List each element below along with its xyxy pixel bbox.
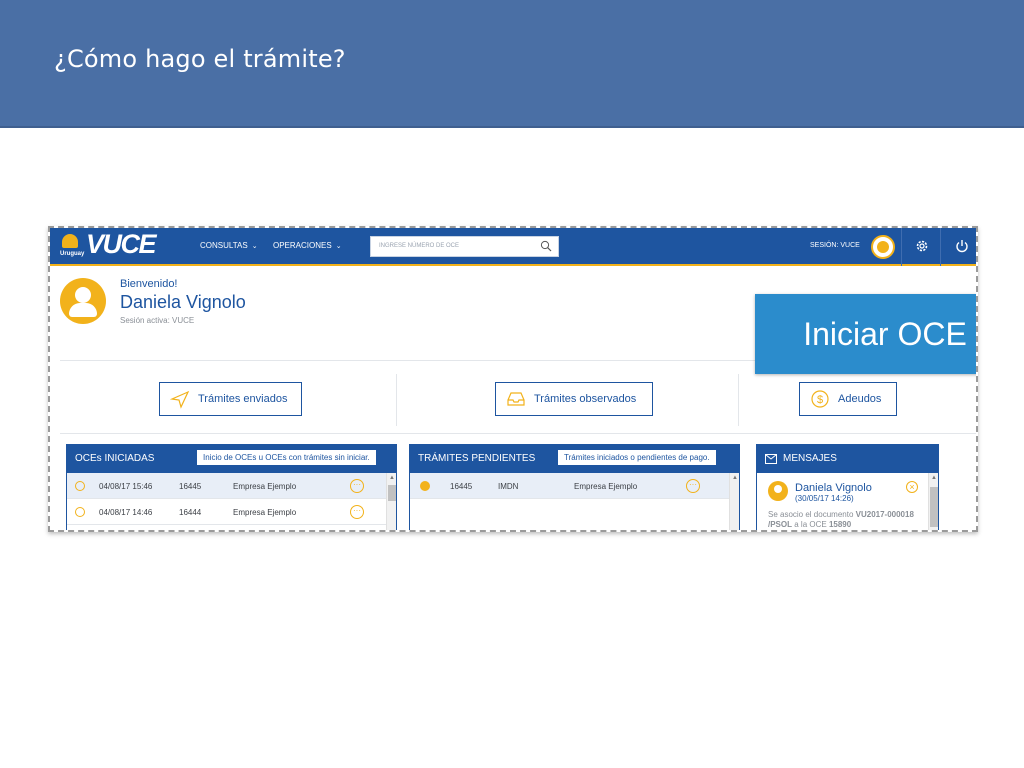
panel-header: OCEs INICIADAS Inicio de OCEs u OCEs con…: [67, 445, 396, 473]
sun-logo-icon: [62, 234, 78, 248]
iniciar-oce-button[interactable]: Iniciar OCE: [755, 294, 976, 374]
welcome-avatar: [60, 278, 106, 324]
tramites-pendientes-panel: TRÁMITES PENDIENTES Trámites iniciados o…: [409, 444, 740, 530]
panel-title: MENSAJES: [783, 453, 837, 464]
row-date: 04/08/17 15:46: [99, 482, 153, 491]
status-icon: [75, 507, 85, 517]
tramites-enviados-label: Trámites enviados: [198, 393, 288, 405]
user-avatar[interactable]: [871, 235, 895, 259]
tramites-observados-button[interactable]: Trámites observados: [495, 382, 653, 416]
row-id: 16445: [179, 482, 202, 491]
tramites-observados-label: Trámites observados: [534, 393, 637, 405]
row-type: IMDN: [498, 482, 519, 491]
svg-text:$: $: [817, 394, 823, 406]
app-topbar: Uruguay VUCE CONSULTAS ⌄ OPERACIONES ⌄ ING…: [50, 228, 976, 266]
gear-icon[interactable]: [914, 238, 930, 254]
scrollbar[interactable]: ▲: [928, 473, 938, 530]
table-row[interactable]: 16445 IMDN Empresa Ejemplo ···: [410, 473, 739, 499]
divider: [738, 374, 739, 426]
divider: [60, 433, 976, 434]
tramites-enviados-button[interactable]: Trámites enviados: [159, 382, 302, 416]
oces-iniciadas-panel: OCEs INICIADAS Inicio de OCEs u OCEs con…: [66, 444, 397, 530]
mensajes-panel: MENSAJES Daniela Vignolo (30/05/17 14:26…: [756, 444, 939, 530]
adeudos-button[interactable]: $ Adeudos: [799, 382, 897, 416]
nav-consultas[interactable]: CONSULTAS ⌄: [200, 241, 258, 250]
row-date: 04/08/17 14:46: [99, 508, 153, 517]
row-company: Empresa Ejemplo: [233, 508, 297, 517]
dollar-icon: $: [811, 390, 829, 408]
search-icon[interactable]: [540, 240, 552, 252]
search-placeholder: INGRESE NÚMERO DE OCE: [379, 243, 460, 249]
slide-header: ¿Cómo hago el trámite?: [0, 0, 1024, 128]
topbar-divider: [940, 228, 941, 266]
message-date: (30/05/17 14:26): [795, 494, 854, 503]
logo-text: VUCE: [86, 229, 157, 259]
message-body: Se asocio el documento VU2017-000018 /PS…: [768, 510, 914, 529]
nav-operaciones-label: OPERACIONES: [273, 241, 332, 250]
row-id: 16445: [450, 482, 473, 491]
panel-tooltip: Inicio de OCEs u OCEs con trámites sin i…: [197, 450, 376, 465]
inbox-icon: [507, 392, 525, 406]
panel-title: OCEs INICIADAS: [75, 453, 155, 464]
scroll-thumb[interactable]: [388, 485, 396, 501]
scroll-thumb[interactable]: [930, 487, 938, 527]
vuce-logo[interactable]: Uruguay VUCE: [58, 229, 158, 262]
session-active-text: Sesión activa: VUCE: [120, 316, 195, 325]
message-avatar: [768, 481, 788, 501]
row-id: 16444: [179, 508, 202, 517]
topbar-divider: [901, 228, 902, 266]
chevron-down-icon: ⌄: [251, 243, 258, 250]
divider: [396, 374, 397, 426]
adeudos-label: Adeudos: [838, 393, 882, 405]
row-company: Empresa Ejemplo: [574, 482, 638, 491]
panel-title: TRÁMITES PENDIENTES: [418, 453, 536, 464]
message-sender: Daniela Vignolo: [795, 482, 872, 494]
more-options-icon[interactable]: ···: [686, 479, 700, 493]
chevron-down-icon: ⌄: [335, 243, 342, 250]
status-icon: [75, 481, 85, 491]
power-icon[interactable]: [954, 238, 970, 254]
logo-country: Uruguay: [60, 251, 85, 257]
table-row[interactable]: 04/08/17 14:46 16444 Empresa Ejemplo ···: [67, 499, 396, 525]
scrollbar[interactable]: ▲: [729, 473, 739, 530]
more-options-icon[interactable]: ···: [350, 505, 364, 519]
oce-search-input[interactable]: INGRESE NÚMERO DE OCE: [370, 236, 559, 257]
welcome-greeting: Bienvenido!: [120, 278, 178, 290]
row-company: Empresa Ejemplo: [233, 482, 297, 491]
user-icon: [420, 481, 430, 491]
scroll-up-icon[interactable]: ▲: [389, 475, 395, 481]
panel-header: MENSAJES: [757, 445, 938, 473]
send-icon: [170, 390, 190, 409]
nav-consultas-label: CONSULTAS: [200, 241, 248, 250]
nav-operaciones[interactable]: OPERACIONES ⌄: [273, 241, 342, 250]
more-options-icon[interactable]: ···: [350, 479, 364, 493]
app-screenshot: Uruguay VUCE CONSULTAS ⌄ OPERACIONES ⌄ ING…: [48, 226, 978, 532]
scroll-up-icon[interactable]: ▲: [732, 475, 738, 481]
envelope-icon: [765, 454, 777, 464]
panel-tooltip: Trámites iniciados o pendientes de pago.: [558, 450, 716, 465]
slide-title: ¿Cómo hago el trámite?: [54, 45, 346, 73]
scroll-up-icon[interactable]: ▲: [931, 475, 937, 481]
scrollbar[interactable]: ▲: [386, 473, 396, 530]
session-label: SESIÓN: VUCE: [810, 242, 860, 249]
welcome-user-name: Daniela Vignolo: [120, 292, 246, 312]
panel-header: TRÁMITES PENDIENTES Trámites iniciados o…: [410, 445, 739, 473]
table-row[interactable]: 04/08/17 15:46 16445 Empresa Ejemplo ···: [67, 473, 396, 499]
close-icon[interactable]: ×: [906, 481, 918, 493]
